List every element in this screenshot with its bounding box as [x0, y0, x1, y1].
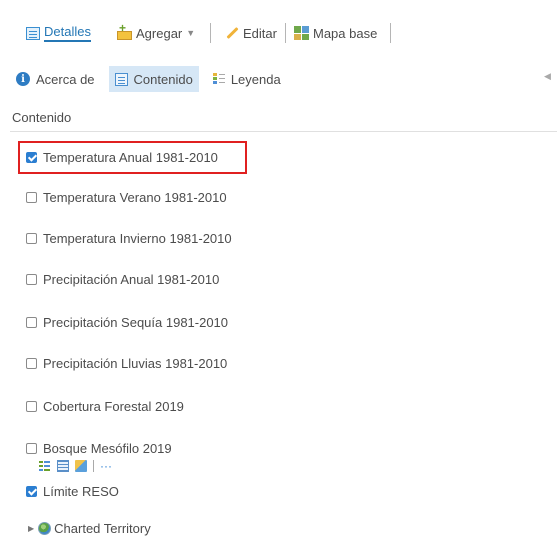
- layer-checkbox[interactable]: [26, 442, 37, 454]
- detalles-button[interactable]: Detalles: [26, 24, 91, 42]
- layer-item: Precipitación Lluvias 1981-2010: [26, 354, 227, 372]
- layer-tools: ···: [39, 459, 112, 473]
- layer-label[interactable]: Cobertura Forestal 2019: [43, 399, 184, 414]
- layer-checkbox[interactable]: [26, 316, 37, 328]
- details-icon: [26, 26, 40, 40]
- layer-item: Precipitación Anual 1981-2010: [26, 270, 219, 288]
- layer-item: Cobertura Forestal 2019: [26, 397, 184, 415]
- section-divider: [10, 131, 557, 132]
- layer-checkbox[interactable]: [26, 232, 37, 244]
- agregar-button[interactable]: Agregar ▼: [116, 21, 196, 42]
- mapa-base-label: Mapa base: [313, 25, 378, 41]
- group-label[interactable]: Charted Territory: [54, 521, 151, 536]
- layer-item: Límite RESO: [26, 482, 119, 500]
- tab-label: Acerca de: [36, 71, 95, 87]
- toolbar-divider: [210, 23, 211, 43]
- layer-checkbox[interactable]: [26, 485, 37, 497]
- layer-label[interactable]: Precipitación Anual 1981-2010: [43, 272, 219, 287]
- layer-checkbox[interactable]: [26, 191, 37, 203]
- layer-item: Temperatura Anual 1981-2010: [26, 148, 218, 166]
- layer-checkbox[interactable]: [26, 357, 37, 369]
- globe-icon: [38, 521, 52, 535]
- toolbar-divider: [390, 23, 391, 43]
- editar-button[interactable]: Editar: [225, 24, 277, 42]
- show-legend-icon[interactable]: [39, 460, 51, 472]
- add-content-icon: [116, 21, 132, 40]
- layer-checkbox[interactable]: [26, 151, 37, 163]
- layer-checkbox[interactable]: [26, 273, 37, 285]
- info-icon: i: [16, 72, 30, 86]
- group-layer[interactable]: ▶ Charted Territory: [28, 520, 151, 536]
- panel-tabs: i Acerca de Contenido Leyenda: [10, 66, 295, 92]
- tab-leyenda[interactable]: Leyenda: [207, 66, 287, 92]
- detalles-label: Detalles: [44, 24, 91, 42]
- layer-item: Precipitación Sequía 1981-2010: [26, 313, 228, 331]
- tab-label: Leyenda: [230, 71, 281, 87]
- layer-label[interactable]: Precipitación Sequía 1981-2010: [43, 315, 228, 330]
- more-options-icon[interactable]: ···: [100, 460, 112, 472]
- tab-acerca-de[interactable]: i Acerca de: [10, 66, 101, 92]
- layer-checkbox[interactable]: [26, 400, 37, 412]
- expand-triangle-icon[interactable]: ▶: [28, 524, 34, 533]
- change-style-icon[interactable]: [75, 460, 87, 472]
- layer-item: Temperatura Verano 1981-2010: [26, 188, 227, 206]
- mapa-base-button[interactable]: Mapa base: [294, 24, 377, 42]
- layer-item: Temperatura Invierno 1981-2010: [26, 229, 232, 247]
- tab-label: Contenido: [133, 71, 193, 87]
- content-icon: [114, 72, 128, 86]
- editar-label: Editar: [243, 25, 277, 41]
- layer-label[interactable]: Temperatura Invierno 1981-2010: [43, 231, 232, 246]
- toolbar-divider: [285, 23, 286, 43]
- section-title: Contenido: [12, 110, 72, 125]
- basemap-icon: [294, 26, 309, 40]
- tools-divider: [93, 460, 94, 472]
- pencil-icon: [225, 26, 239, 40]
- collapse-panel-icon[interactable]: ◀: [544, 71, 551, 82]
- layer-label[interactable]: Límite RESO: [43, 484, 119, 499]
- legend-icon: [212, 72, 225, 86]
- layer-label[interactable]: Precipitación Lluvias 1981-2010: [43, 356, 227, 371]
- chevron-down-icon: ▼: [186, 28, 196, 38]
- layer-label[interactable]: Temperatura Anual 1981-2010: [43, 150, 218, 165]
- layer-label[interactable]: Bosque Mesófilo 2019: [43, 441, 172, 456]
- layer-label[interactable]: Temperatura Verano 1981-2010: [43, 190, 227, 205]
- layer-item: Bosque Mesófilo 2019: [26, 439, 172, 457]
- agregar-label: Agregar: [136, 25, 183, 41]
- top-toolbar: Detalles Agregar ▼ Editar Mapa base: [0, 0, 557, 64]
- attribute-table-icon[interactable]: [57, 460, 69, 472]
- tab-contenido[interactable]: Contenido: [108, 66, 199, 92]
